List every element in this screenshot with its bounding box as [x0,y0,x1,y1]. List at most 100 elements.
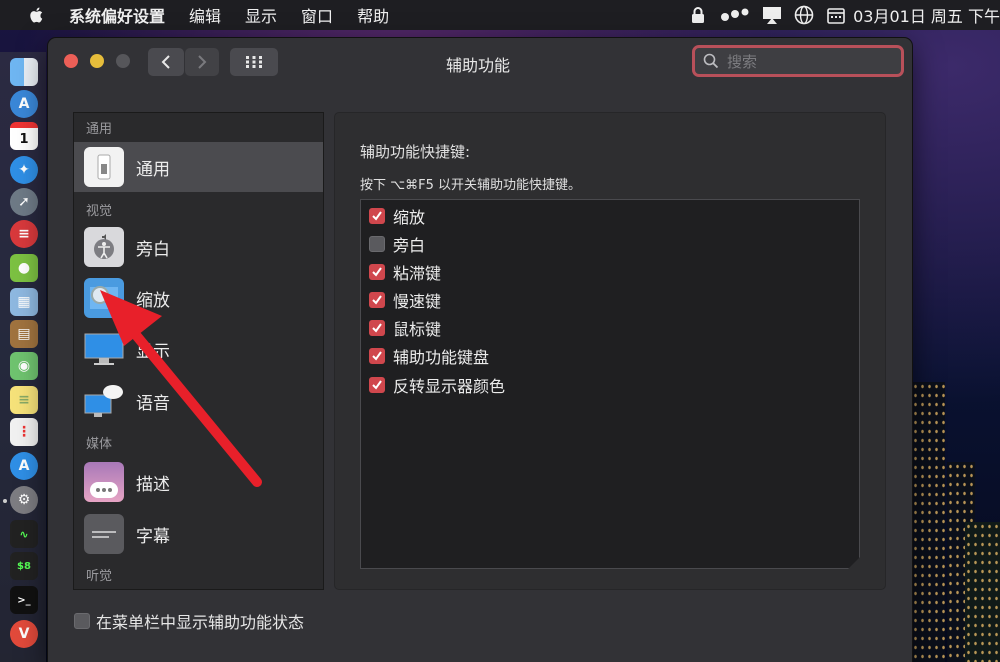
reminders-icon[interactable]: ⋮ [10,418,38,446]
app-store-icon[interactable]: A [10,452,38,480]
menu-view[interactable]: 显示 [245,3,277,27]
option-label: 反转显示器颜色 [393,377,506,396]
checkmark-icon [372,380,382,390]
finder-icon[interactable] [10,58,38,86]
list-item[interactable]: 反转显示器颜色 [369,371,505,399]
activity-monitor-icon[interactable]: ∿ [10,520,38,548]
grid-icon [246,56,262,68]
checkmark-icon [372,211,382,221]
status-area: 03月01日 周五 下午 [677,0,1000,30]
checkbox-show-in-menubar[interactable] [74,613,90,629]
menu-window[interactable]: 窗口 [301,3,333,27]
terminal-icon[interactable]: >_ [10,586,38,614]
checkbox-slow-keys[interactable] [369,292,385,308]
menubar-clock[interactable]: 03月01日 周五 下午 [853,3,1000,27]
speech-icon [84,381,124,421]
panel-subtitle: 按下 ⌥⌘F5 以开关辅助功能快捷键。 [360,178,581,193]
checkbox-voiceover[interactable] [369,236,385,252]
preview-icon[interactable]: ▦ [10,288,38,316]
checkmark-icon [372,323,382,333]
back-button[interactable] [148,48,184,76]
android-icon[interactable]: ● [10,254,38,282]
accessibility-window: 辅助功能 搜索 通用 通用 视觉 旁白 缩放 显示 语音 媒体 描述 字幕 听觉… [48,38,912,662]
sidebar-item-display[interactable]: 显示 [74,324,323,374]
show-status-row[interactable]: 在菜单栏中显示辅助功能状态 [74,609,304,633]
sidebar: 通用 通用 视觉 旁白 缩放 显示 语音 媒体 描述 字幕 听觉 [73,112,324,590]
display-icon [84,329,124,369]
search-icon [703,53,719,69]
city-skyline [905,372,1000,662]
search-field[interactable]: 搜索 [692,45,904,77]
sidebar-item-label: 通用 [136,159,170,180]
sidebar-item-captions[interactable]: 字幕 [74,509,323,559]
launchpad-icon[interactable]: A [10,90,38,118]
safari-icon[interactable]: ✦ [10,156,38,184]
sidebar-item-voiceover[interactable]: 旁白 [74,222,323,272]
show-in-menubar-label: 在菜单栏中显示辅助功能状态 [96,613,305,632]
checkbox-invert-colors[interactable] [369,377,385,393]
list-item[interactable]: 缩放 [369,202,425,230]
console-icon[interactable]: $8 [10,552,38,580]
search-placeholder: 搜索 [727,52,758,71]
sidebar-item-zoom[interactable]: 缩放 [74,273,323,323]
display-mirror-icon[interactable] [761,4,783,26]
dock: A 1 ✦ ➚ ≡ ● ▦ ▤ ◉ ≡ ⋮ A ⚙ ∿ $8 >_ V [0,52,46,662]
lock-icon[interactable] [687,4,709,26]
section-header-vision: 视觉 [86,204,113,219]
sidebar-item-label: 缩放 [136,290,170,311]
list-item[interactable]: 旁白 [369,230,425,258]
vivaldi-icon[interactable]: V [10,620,38,648]
checkmark-icon [372,267,382,277]
list-item[interactable]: 鼠标键 [369,314,441,342]
minimize-button[interactable] [90,54,104,68]
list-item[interactable]: 慢速键 [369,286,441,314]
apple-menu-icon[interactable] [27,5,47,25]
captions-icon [84,514,124,554]
section-header-hearing: 听觉 [86,569,113,584]
voiceover-icon [84,227,124,267]
calendar-icon[interactable] [825,4,847,26]
menu-help[interactable]: 帮助 [357,3,389,27]
notes-icon[interactable]: ≡ [10,386,38,414]
zoom-button [116,54,130,68]
notes-book-icon[interactable]: ▤ [10,320,38,348]
rocket-app-icon[interactable]: ➚ [10,188,38,216]
sidebar-item-label: 语音 [136,393,170,414]
chevron-left-icon [161,55,170,69]
checkbox-accessibility-keyboard[interactable] [369,348,385,364]
menu-edit[interactable]: 编辑 [189,3,221,27]
zoom-icon [84,278,124,318]
sidebar-item-descriptions[interactable]: 描述 [74,457,323,507]
general-switch-icon [84,147,124,187]
running-indicator [3,499,7,503]
checkbox-mouse-keys[interactable] [369,320,385,336]
sidebar-item-general[interactable]: 通用 [74,142,323,192]
red-app-icon[interactable]: ≡ [10,220,38,248]
shortcut-options-list: 缩放 旁白 粘滞键 慢速键 鼠标键 辅助功能键盘 反转显示器颜色 [360,199,860,569]
option-label: 辅助功能键盘 [393,348,490,367]
panel-title: 辅助功能快捷键: [360,143,471,161]
option-label: 旁白 [393,236,426,255]
chevron-right-icon [198,55,207,69]
section-header-media: 媒体 [86,437,113,452]
menu-app-name[interactable]: 系统偏好设置 [69,3,165,27]
control-dots-icon[interactable] [719,4,751,26]
close-button[interactable] [64,54,78,68]
sidebar-item-speech[interactable]: 语音 [74,376,323,426]
list-item[interactable]: 粘滞键 [369,258,441,286]
checkbox-zoom[interactable] [369,208,385,224]
calendar-app-icon[interactable]: 1 [10,122,38,150]
show-all-button[interactable] [230,48,278,76]
descriptions-icon [84,462,124,502]
list-item[interactable]: 辅助功能键盘 [369,342,489,370]
menu-bar: 系统偏好设置 编辑 显示 窗口 帮助 03月01日 周五 下午 [0,0,1000,30]
system-preferences-icon[interactable]: ⚙ [10,486,38,514]
forward-button[interactable] [185,48,219,76]
globe-icon[interactable] [793,4,815,26]
checkmark-icon [372,295,382,305]
sidebar-item-label: 显示 [136,341,170,362]
option-label: 鼠标键 [393,320,442,339]
maps-icon[interactable]: ◉ [10,352,38,380]
checkbox-sticky-keys[interactable] [369,264,385,280]
sidebar-item-label: 描述 [136,474,170,495]
